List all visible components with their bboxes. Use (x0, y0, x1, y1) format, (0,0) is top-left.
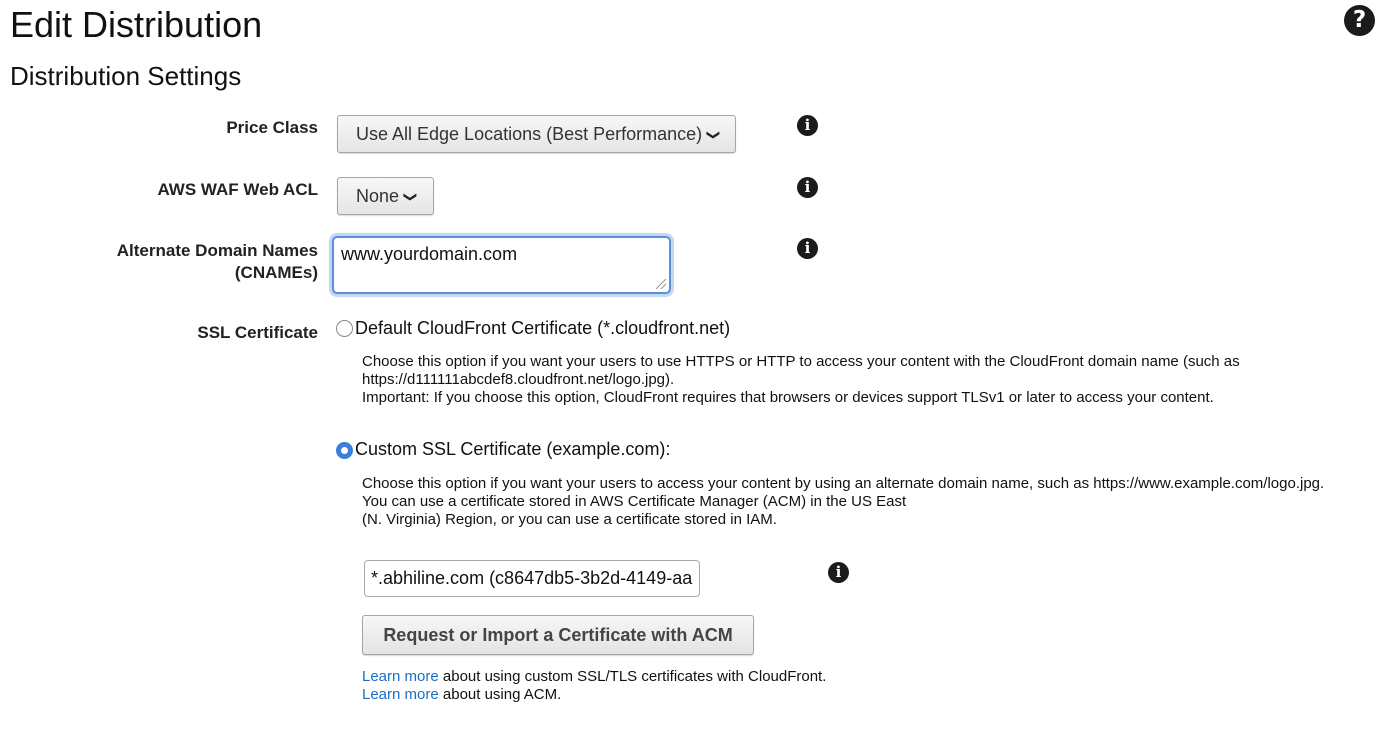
page-title: Edit Distribution (10, 4, 263, 45)
cnames-textarea[interactable]: www.yourdomain.com (332, 236, 671, 294)
info-circle-icon[interactable]: i (797, 115, 818, 136)
cnames-value: www.yourdomain.com (341, 244, 518, 264)
waf-label: AWS WAF Web ACL (157, 180, 318, 199)
learn-more-acm-link[interactable]: Learn more (362, 686, 439, 703)
chevron-down-icon: ❯ (403, 191, 419, 203)
ssl-custom-desc-line3: (N. Virginia) Region, or you can use a c… (362, 511, 777, 528)
cnames-label-line1: Alternate Domain Names (116, 241, 318, 260)
section-title: Distribution Settings (10, 61, 242, 91)
ssl-default-label[interactable]: Default CloudFront Certificate (*.cloudf… (355, 317, 730, 339)
waf-select[interactable]: None ❯ (337, 177, 434, 215)
resize-handle-icon[interactable] (656, 279, 666, 289)
learn-more-acm-text: about using ACM. (438, 686, 562, 703)
ssl-custom-radio[interactable] (336, 442, 353, 459)
info-circle-icon[interactable]: i (828, 562, 849, 583)
ssl-default-radio[interactable] (336, 320, 353, 337)
ssl-custom-desc-line1: Choose this option if you want your user… (362, 475, 1325, 492)
learn-more-ssl-text: about using custom SSL/TLS certificates … (438, 668, 827, 685)
ssl-custom-label[interactable]: Custom SSL Certificate (example.com): (355, 438, 670, 460)
learn-more-ssl-link[interactable]: Learn more (362, 668, 439, 685)
learn-more-acm-row: Learn more about using ACM. (362, 686, 561, 704)
ssl-default-desc-line2: https://d111111abcdef8.cloudfront.net/lo… (362, 371, 675, 388)
price-class-value: Use All Edge Locations (Best Performance… (356, 124, 703, 144)
ssl-certificate-label: SSL Certificate (197, 323, 318, 342)
request-import-certificate-button[interactable]: Request or Import a Certificate with ACM (362, 615, 754, 655)
ssl-custom-desc-line2: You can use a certificate stored in AWS … (362, 493, 907, 510)
price-class-select[interactable]: Use All Edge Locations (Best Performance… (337, 115, 736, 153)
info-circle-icon[interactable]: i (797, 177, 818, 198)
learn-more-ssl-row: Learn more about using custom SSL/TLS ce… (362, 668, 826, 686)
question-circle-icon[interactable]: ? (1344, 5, 1375, 36)
info-circle-icon[interactable]: i (797, 238, 818, 259)
ssl-default-desc-line1: Choose this option if you want your user… (362, 353, 1240, 370)
certificate-input[interactable]: *.abhiline.com (c8647db5-3b2d-4149-aa (364, 560, 700, 597)
chevron-down-icon: ❯ (706, 129, 722, 141)
price-class-label: Price Class (226, 118, 318, 137)
cnames-label-line2: (CNAMEs) (234, 263, 318, 282)
ssl-default-desc-line3: Important: If you choose this option, Cl… (362, 389, 1214, 406)
